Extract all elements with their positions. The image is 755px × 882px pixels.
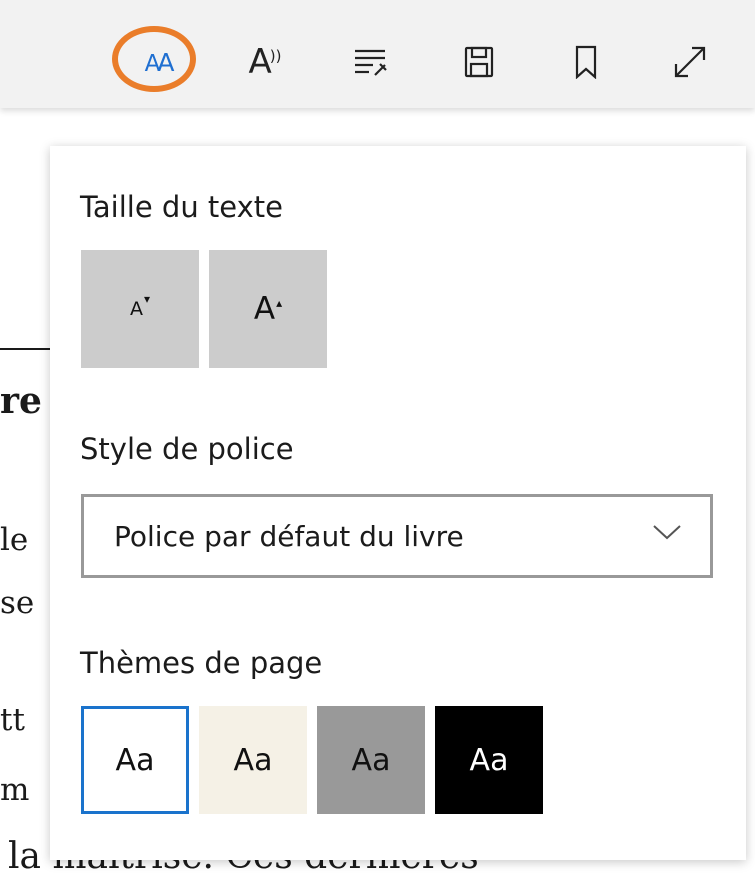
text-options-button[interactable]: AA: [112, 26, 204, 92]
increase-text-icon: A▴: [253, 291, 283, 327]
book-text-line: tt: [0, 702, 25, 738]
bookmark-button[interactable]: [566, 34, 606, 90]
text-size-label: Taille du texte: [80, 190, 283, 224]
font-style-dropdown[interactable]: Police par défaut du livre: [81, 494, 713, 578]
theme-sample: Aa: [115, 742, 155, 778]
book-text-line: m: [0, 772, 30, 808]
theme-sepia-button[interactable]: Aa: [199, 706, 307, 814]
font-style-value: Police par défaut du livre: [114, 519, 464, 553]
fullscreen-button[interactable]: [664, 34, 716, 90]
font-style-label: Style de police: [80, 432, 294, 466]
book-text-line: se: [0, 585, 35, 621]
grammar-tools-button[interactable]: [346, 34, 396, 90]
theme-sample: Aa: [469, 742, 509, 778]
theme-dark-button[interactable]: Aa: [435, 706, 543, 814]
save-icon: [464, 46, 494, 78]
read-aloud-icon: A)): [248, 42, 282, 82]
read-aloud-button[interactable]: A)): [240, 34, 290, 90]
decrease-text-size-button[interactable]: A▾: [81, 250, 199, 368]
theme-sample: Aa: [233, 742, 273, 778]
text-options-icon: AA: [144, 47, 175, 77]
bookmark-icon: [575, 45, 597, 79]
reader-toolbar: AA A)): [0, 0, 755, 108]
save-button[interactable]: [454, 34, 504, 90]
decrease-text-icon: A▾: [129, 292, 151, 320]
theme-sample: Aa: [351, 742, 391, 778]
grammar-tools-icon: [355, 49, 387, 76]
increase-text-size-button[interactable]: A▴: [209, 250, 327, 368]
page-themes-label: Thèmes de page: [80, 646, 323, 680]
theme-white-button[interactable]: Aa: [81, 706, 189, 814]
book-text-line: le: [0, 522, 29, 558]
theme-gray-button[interactable]: Aa: [317, 706, 425, 814]
fullscreen-icon: [674, 46, 706, 78]
text-options-panel: Taille du texte A▾ A▴ Style de police Po…: [50, 146, 746, 860]
book-heading-fragment: re: [0, 380, 42, 422]
chevron-down-icon: [653, 525, 681, 540]
page-divider: [0, 348, 50, 350]
